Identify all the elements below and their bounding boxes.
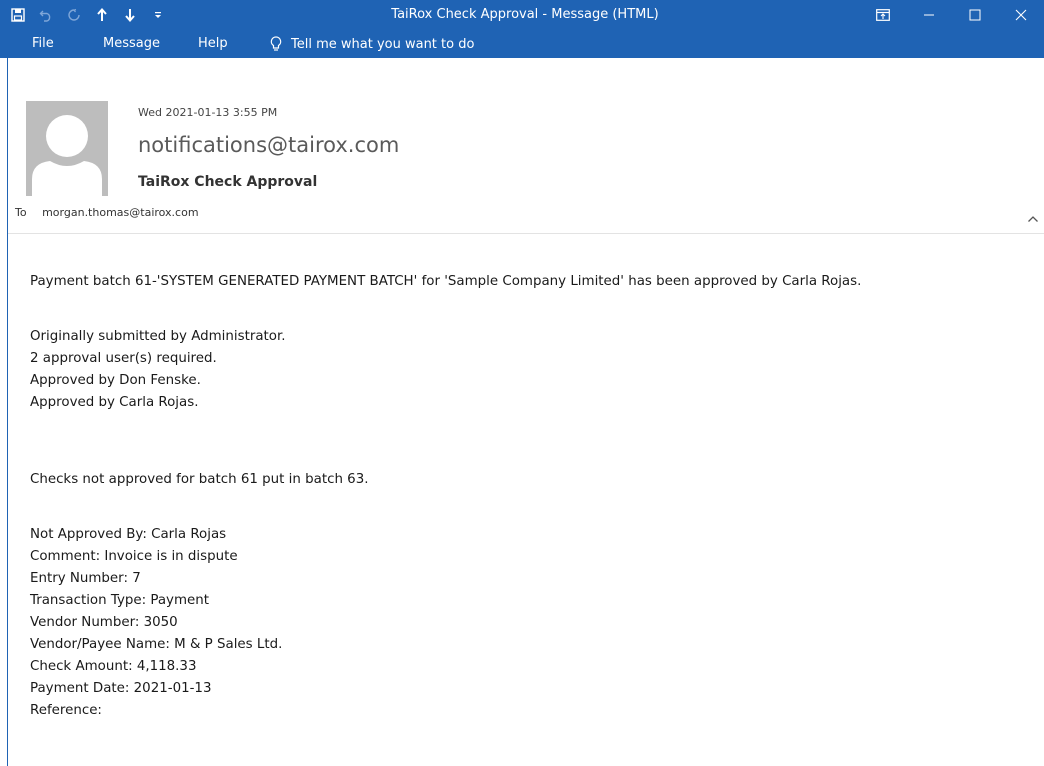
- tab-file[interactable]: File: [32, 30, 54, 58]
- ribbon-display-options-icon[interactable]: [860, 0, 906, 30]
- message-sender[interactable]: notifications@tairox.com: [138, 133, 399, 157]
- undo-icon[interactable]: [36, 0, 56, 30]
- customize-icon[interactable]: [148, 0, 168, 30]
- ribbon-tabs: File Message Help Tell me what you want …: [0, 30, 1044, 58]
- maximize-icon[interactable]: [952, 0, 998, 30]
- body-line: Checks not approved for batch 61 put in …: [30, 472, 369, 487]
- recipient-address[interactable]: morgan.thomas@tairox.com: [42, 206, 198, 219]
- window-controls: [860, 0, 1044, 30]
- message-date: Wed 2021-01-13 3:55 PM: [138, 106, 278, 119]
- redo-icon[interactable]: [64, 0, 84, 30]
- collapse-header-button[interactable]: [1027, 210, 1039, 222]
- body-line: Entry Number: 7: [30, 571, 141, 586]
- body-line: Payment batch 61-'SYSTEM GENERATED PAYME…: [30, 274, 862, 289]
- title-bar: TaiRox Check Approval - Message (HTML): [0, 0, 1044, 30]
- to-label: To: [15, 206, 27, 219]
- body-line: Check Amount: 4,118.33: [30, 659, 197, 674]
- window-title: TaiRox Check Approval - Message (HTML): [391, 7, 659, 22]
- person-silhouette-icon: [32, 115, 102, 196]
- message-recipients: To morgan.thomas@tairox.com: [15, 206, 199, 219]
- lightbulb-icon: [270, 36, 282, 52]
- avatar: [26, 101, 108, 196]
- body-line: 2 approval user(s) required.: [30, 351, 217, 366]
- header-divider: [8, 233, 1044, 234]
- body-line: Comment: Invoice is in dispute: [30, 549, 238, 564]
- tell-me-label: Tell me what you want to do: [291, 36, 475, 52]
- save-icon[interactable]: [8, 0, 28, 30]
- body-line: Vendor Number: 3050: [30, 615, 178, 630]
- message-subject: TaiRox Check Approval: [138, 174, 318, 190]
- body-line: Approved by Don Fenske.: [30, 373, 201, 388]
- body-line: Payment Date: 2021-01-13: [30, 681, 212, 696]
- body-line: Transaction Type: Payment: [30, 593, 210, 608]
- body-line: Not Approved By: Carla Rojas: [30, 527, 227, 542]
- tab-help[interactable]: Help: [198, 30, 228, 58]
- arrow-down-icon[interactable]: [120, 0, 140, 30]
- chevron-up-icon: [1028, 216, 1038, 222]
- tell-me-search[interactable]: Tell me what you want to do: [270, 30, 474, 58]
- minimize-icon[interactable]: [906, 0, 952, 30]
- body-line: Originally submitted by Administrator.: [30, 329, 286, 344]
- body-line: Vendor/Payee Name: M & P Sales Ltd.: [30, 637, 283, 652]
- window-border: [7, 58, 8, 766]
- tab-message[interactable]: Message: [103, 30, 160, 58]
- body-line: Approved by Carla Rojas.: [30, 395, 199, 410]
- body-line: Reference:: [30, 703, 102, 718]
- close-icon[interactable]: [998, 0, 1044, 30]
- quick-access-toolbar: [8, 0, 176, 30]
- arrow-up-icon[interactable]: [92, 0, 112, 30]
